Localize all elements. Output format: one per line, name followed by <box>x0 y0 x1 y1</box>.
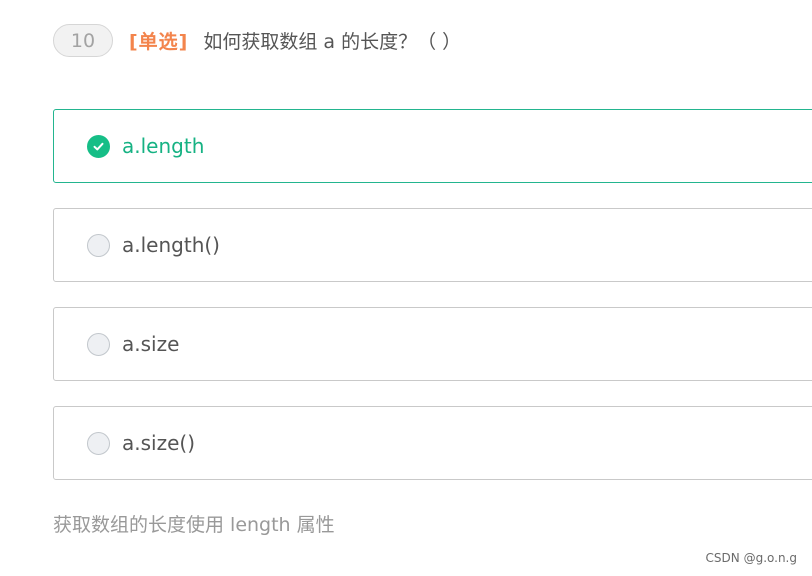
radio-circle-icon[interactable] <box>87 332 110 356</box>
check-circle-icon[interactable] <box>87 134 110 158</box>
answer-explanation: 获取数组的长度使用 length 属性 <box>53 514 335 536</box>
question-type-tag: [单选] <box>129 31 189 53</box>
option-label: a.length <box>122 134 205 158</box>
watermark: CSDN @g.o.n.g <box>705 551 797 565</box>
option-label: a.size <box>122 332 180 356</box>
radio-circle-icon[interactable] <box>87 233 110 257</box>
option-label: a.size() <box>122 431 195 455</box>
option-c[interactable]: a.size <box>53 307 812 381</box>
option-d[interactable]: a.size() <box>53 406 812 480</box>
radio-circle-icon[interactable] <box>87 431 110 455</box>
question-header: 10 [单选] 如何获取数组 a 的长度？（ ） <box>53 23 461 58</box>
question-text: 如何获取数组 a 的长度？（ ） <box>203 31 462 53</box>
question-number-badge: 10 <box>53 24 113 57</box>
option-b[interactable]: a.length() <box>53 208 812 282</box>
option-label: a.length() <box>122 233 220 257</box>
quiz-page: 10 [单选] 如何获取数组 a 的长度？（ ） a.length a.leng… <box>0 0 812 576</box>
option-a[interactable]: a.length <box>53 109 812 183</box>
